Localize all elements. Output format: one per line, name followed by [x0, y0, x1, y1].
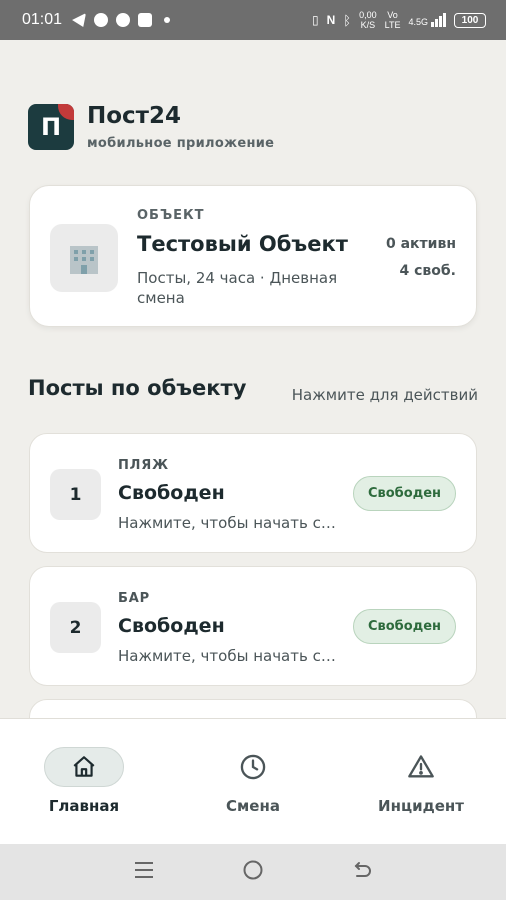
post-zone: ПЛЯЖ [118, 458, 169, 473]
app-header: П Пост24 мобильное приложение [28, 102, 274, 151]
app-name: Пост24 [87, 103, 182, 129]
volte-top: Vo [387, 10, 398, 20]
app-subtitle: мобильное приложение [87, 136, 275, 151]
telegram-icon [72, 13, 87, 27]
nav-shift[interactable]: Смена [178, 747, 328, 815]
network-type: 4.5G [408, 17, 428, 27]
back-icon[interactable] [351, 860, 373, 884]
volte-bottom: LTE [384, 20, 401, 30]
nav-shift-label: Смена [226, 797, 280, 815]
bluetooth-icon: ᛒ [343, 12, 352, 28]
post-zone: БАР [118, 591, 150, 606]
menu-icon[interactable] [133, 860, 155, 884]
system-navigation-bar [0, 844, 506, 900]
more-notifications-dot [164, 17, 171, 23]
status-time: 01:01 [22, 11, 63, 28]
posts-list: 1 ПЛЯЖ Свободен Нажмите, чтобы начать с…… [29, 433, 477, 718]
nav-home[interactable]: Главная [9, 747, 159, 815]
post-number: 2 [50, 602, 101, 653]
app-logo: П [28, 103, 74, 150]
object-label: ОБЪЕКТ [137, 208, 205, 223]
post-card-partial[interactable] [29, 699, 477, 718]
object-name: Тестовый Объект [137, 232, 348, 256]
speed-unit: K/S [360, 20, 376, 30]
home-icon [44, 747, 124, 787]
warning-icon [381, 747, 461, 787]
status-indicators: ▯ N ᛒ 0,00 K/S Vo LTE 4.5G 100 [312, 10, 486, 30]
post-status: Свободен [118, 482, 225, 504]
battery-icon: 100 [454, 12, 486, 28]
section-title: Посты по объекту [28, 376, 247, 400]
post-card[interactable]: 1 ПЛЯЖ Свободен Нажмите, чтобы начать с…… [29, 433, 477, 553]
home-circle-icon[interactable] [242, 859, 264, 885]
nav-incident[interactable]: Инцидент [346, 747, 496, 815]
nav-incident-label: Инцидент [378, 797, 464, 815]
post-number: 1 [50, 469, 101, 520]
news-icon [138, 13, 153, 27]
bottom-navigation: Главная Смена Инцидент [0, 718, 506, 844]
status-bar: 01:01 ▯ N ᛒ 0,00 K/S Vo LTE 4.5G 100 [0, 0, 506, 40]
object-card[interactable]: ОБЪЕКТ Тестовый Объект Посты, 24 часа · … [29, 185, 477, 327]
network-speed: 0,00 K/S [359, 10, 377, 30]
object-description: Посты, 24 часа · Дневная смена [137, 269, 338, 307]
vibrate-icon: ▯ [312, 13, 319, 27]
object-active-count: 0 активн [385, 236, 456, 252]
status-badge: Свободен [352, 476, 456, 511]
nav-home-label: Главная [48, 797, 120, 815]
status-badge: Свободен [352, 609, 456, 644]
section-hint: Нажмите для действий [291, 386, 478, 404]
volte-indicator: Vo LTE [385, 10, 401, 30]
chat-icon [116, 13, 131, 27]
logo-letter: П [40, 112, 62, 141]
building-icon [50, 224, 118, 292]
post-status: Свободен [118, 615, 225, 637]
clock-icon [213, 747, 293, 787]
speed-value: 0,00 [359, 10, 377, 20]
post-hint: Нажмите, чтобы начать с… [118, 647, 336, 665]
signal-icon: 4.5G [408, 13, 446, 27]
object-free-count: 4 своб. [399, 263, 457, 279]
post-card[interactable]: 2 БАР Свободен Нажмите, чтобы начать с… … [29, 566, 477, 686]
nfc-icon: N [326, 13, 336, 27]
app-notification-icon [94, 13, 109, 27]
post-hint: Нажмите, чтобы начать с… [118, 514, 336, 532]
